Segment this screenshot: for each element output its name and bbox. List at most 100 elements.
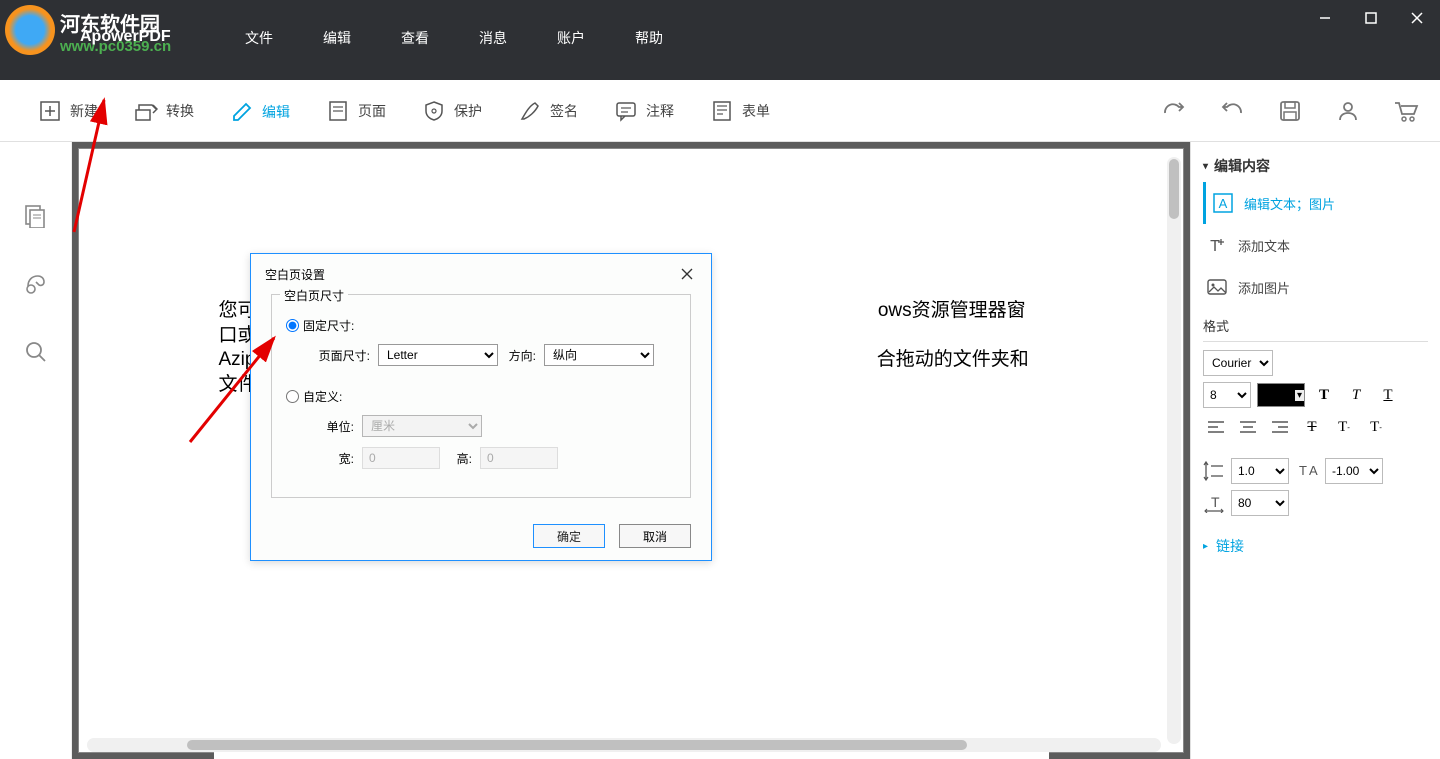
panel-item-add-image[interactable]: 添加图片 (1203, 266, 1428, 308)
add-text-icon: T (1206, 234, 1228, 256)
panel-header-link[interactable]: ▸ 链接 (1203, 522, 1428, 570)
input-width (362, 447, 440, 469)
scale-select[interactable]: 80 (1231, 490, 1289, 516)
expand-arrow-icon: ▸ (1203, 541, 1208, 552)
menu-view[interactable]: 查看 (376, 28, 454, 48)
menu-message[interactable]: 消息 (454, 28, 532, 48)
panel-link-label: 链接 (1216, 536, 1244, 556)
fieldset-legend: 空白页尺寸 (280, 287, 348, 304)
image-icon (1206, 276, 1228, 298)
edit-icon (230, 100, 254, 124)
select-page-size[interactable]: Letter (378, 344, 498, 366)
toolbar-comment-label: 注释 (646, 101, 674, 121)
label-unit: 单位: (310, 418, 354, 435)
menu-edit[interactable]: 编辑 (298, 28, 376, 48)
toolbar-convert-label: 转换 (166, 101, 194, 121)
menu-help[interactable]: 帮助 (610, 28, 688, 48)
align-right-button[interactable] (1267, 414, 1293, 440)
align-left-button[interactable] (1203, 414, 1229, 440)
radio-custom-size[interactable] (286, 390, 299, 403)
toolbar-sign-label: 签名 (550, 101, 578, 121)
toolbar-edit[interactable]: 编辑 (212, 92, 308, 147)
input-height (480, 447, 558, 469)
radio-fixed-label: 固定尺寸: (303, 317, 354, 334)
toolbar-form-label: 表单 (742, 101, 770, 121)
font-select[interactable]: Courier (1203, 350, 1273, 376)
text-box-icon: A (1212, 192, 1234, 214)
window-minimize[interactable] (1302, 0, 1348, 36)
toolbar: 新建 转换 编辑 页面 保护 签名 注释 表单 (0, 80, 1440, 142)
left-sidebar (0, 142, 72, 759)
app-logo-area: 河东软件园 www.pc0359.cn ApowerPDF (0, 0, 200, 80)
select-unit: 厘米 (362, 415, 482, 437)
window-maximize[interactable] (1348, 0, 1394, 36)
window-close[interactable] (1394, 0, 1440, 36)
line-height-icon (1203, 460, 1225, 482)
toolbar-new[interactable]: 新建 (20, 91, 116, 131)
horizontal-scrollbar[interactable] (87, 738, 1161, 752)
line-height-select[interactable]: 1.0 (1231, 458, 1289, 484)
page-icon (326, 99, 350, 123)
toolbar-form[interactable]: 表单 (692, 91, 788, 131)
panel-item-edit-text-image-label: 编辑文本；图片 (1244, 194, 1335, 213)
subscript-button[interactable]: T- (1363, 414, 1389, 440)
form-icon (710, 99, 734, 123)
panel-item-edit-text-image[interactable]: A 编辑文本；图片 (1203, 182, 1428, 224)
toolbar-protect-label: 保护 (454, 101, 482, 121)
scale-icon: T (1203, 493, 1225, 513)
vertical-scrollbar[interactable] (1167, 157, 1181, 744)
right-panel: ▾ 编辑内容 A 编辑文本；图片 T 添加文本 添加图片 格式 Courier … (1190, 142, 1440, 759)
label-orientation: 方向: (506, 347, 536, 364)
bookmark-icon[interactable] (22, 270, 50, 298)
format-section-label: 格式 (1203, 308, 1428, 339)
undo-icon[interactable] (1218, 97, 1246, 125)
toolbar-page[interactable]: 页面 (308, 91, 404, 131)
toolbar-new-label: 新建 (70, 101, 98, 121)
dialog-ok-button[interactable]: 确定 (533, 524, 605, 548)
menu-account[interactable]: 账户 (532, 28, 610, 48)
cart-icon[interactable] (1392, 97, 1420, 125)
comment-icon (614, 99, 638, 123)
italic-button[interactable]: T (1343, 382, 1369, 408)
app-name: ApowerPDF (80, 28, 171, 46)
select-orientation[interactable]: 纵向 (544, 344, 654, 366)
toolbar-comment[interactable]: 注释 (596, 91, 692, 131)
toolbar-edit-label: 编辑 (262, 102, 290, 122)
shield-icon (422, 99, 446, 123)
label-height: 高: (448, 450, 472, 467)
char-spacing-select[interactable]: -1.00 (1325, 458, 1383, 484)
menu-file[interactable]: 文件 (220, 28, 298, 48)
char-spacing-icon: TA (1295, 461, 1319, 481)
font-color-swatch[interactable] (1257, 383, 1305, 407)
bold-button[interactable]: T (1311, 382, 1337, 408)
panel-header-edit-content-label: 编辑内容 (1214, 156, 1270, 176)
radio-fixed-size[interactable] (286, 319, 299, 332)
label-page-size: 页面尺寸: (310, 347, 370, 364)
thumbnails-icon[interactable] (22, 202, 50, 230)
svg-text:T: T (1210, 238, 1220, 255)
panel-item-add-text[interactable]: T 添加文本 (1203, 224, 1428, 266)
svg-text:T: T (1211, 494, 1220, 510)
menubar: 河东软件园 www.pc0359.cn ApowerPDF 文件 编辑 查看 消… (0, 0, 1440, 80)
align-center-button[interactable] (1235, 414, 1261, 440)
panel-header-edit-content[interactable]: ▾ 编辑内容 (1203, 150, 1428, 182)
collapse-arrow-icon: ▾ (1203, 161, 1208, 172)
panel-item-add-image-label: 添加图片 (1238, 278, 1290, 297)
underline-button[interactable]: T (1375, 382, 1401, 408)
redo-icon[interactable] (1160, 97, 1188, 125)
toolbar-protect[interactable]: 保护 (404, 91, 500, 131)
toolbar-page-label: 页面 (358, 101, 386, 121)
toolbar-sign[interactable]: 签名 (500, 91, 596, 131)
superscript-button[interactable]: T- (1331, 414, 1357, 440)
strikethrough-button[interactable]: T (1299, 414, 1325, 440)
panel-item-add-text-label: 添加文本 (1238, 236, 1290, 255)
search-icon[interactable] (22, 338, 50, 366)
dialog-title: 空白页设置 (265, 266, 325, 283)
new-icon (38, 99, 62, 123)
save-icon[interactable] (1276, 97, 1304, 125)
user-icon[interactable] (1334, 97, 1362, 125)
font-size-select[interactable]: 8 (1203, 382, 1251, 408)
dialog-cancel-button[interactable]: 取消 (619, 524, 691, 548)
dialog-close-button[interactable] (677, 264, 697, 284)
toolbar-convert[interactable]: 转换 (116, 91, 212, 131)
